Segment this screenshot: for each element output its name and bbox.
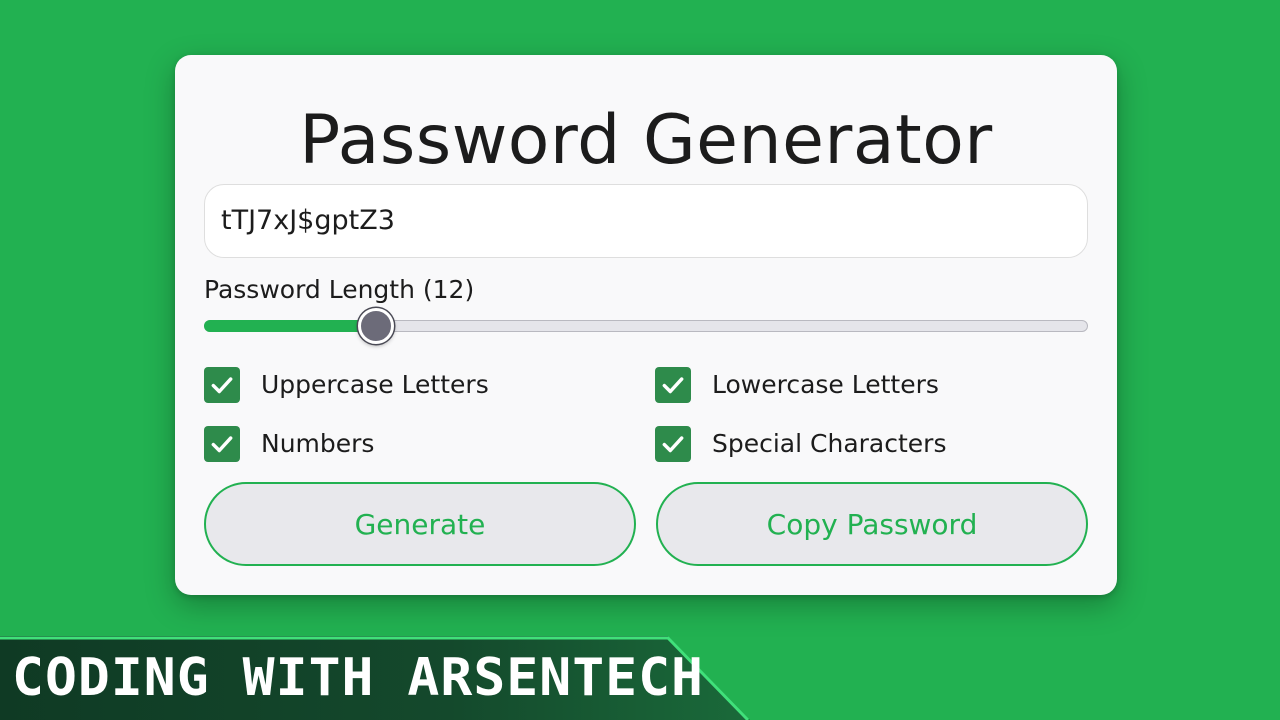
lowercase-checkbox[interactable] <box>655 367 691 403</box>
option-uppercase[interactable]: Uppercase Letters <box>204 367 489 403</box>
password-output-field[interactable]: tTJ7xJ$gptZ3 <box>204 184 1088 258</box>
lowercase-label: Lowercase Letters <box>712 370 939 399</box>
generator-card: Password Generator tTJ7xJ$gptZ3 Password… <box>175 55 1117 595</box>
option-lowercase[interactable]: Lowercase Letters <box>655 367 939 403</box>
check-icon <box>662 436 684 453</box>
password-length-label: Password Length (12) <box>204 275 475 304</box>
option-numbers[interactable]: Numbers <box>204 426 374 462</box>
numbers-checkbox[interactable] <box>204 426 240 462</box>
channel-banner: CODING WITH ARSENTECH <box>0 636 750 720</box>
slider-fill <box>204 320 377 332</box>
banner-text: CODING WITH ARSENTECH <box>12 648 705 708</box>
check-icon <box>662 377 684 394</box>
check-icon <box>211 436 233 453</box>
uppercase-label: Uppercase Letters <box>261 370 489 399</box>
numbers-label: Numbers <box>261 429 375 458</box>
generate-button[interactable]: Generate <box>204 482 636 566</box>
page-title: Password Generator <box>299 101 993 180</box>
password-length-slider[interactable] <box>204 308 1088 344</box>
password-value: tTJ7xJ$gptZ3 <box>221 205 395 236</box>
slider-thumb[interactable] <box>358 308 395 344</box>
copy-password-button[interactable]: Copy Password <box>656 482 1088 566</box>
special-characters-checkbox[interactable] <box>655 426 691 462</box>
check-icon <box>211 377 233 394</box>
special-characters-label: Special Characters <box>712 429 947 458</box>
uppercase-checkbox[interactable] <box>204 367 240 403</box>
option-special-characters[interactable]: Special Characters <box>655 426 946 462</box>
